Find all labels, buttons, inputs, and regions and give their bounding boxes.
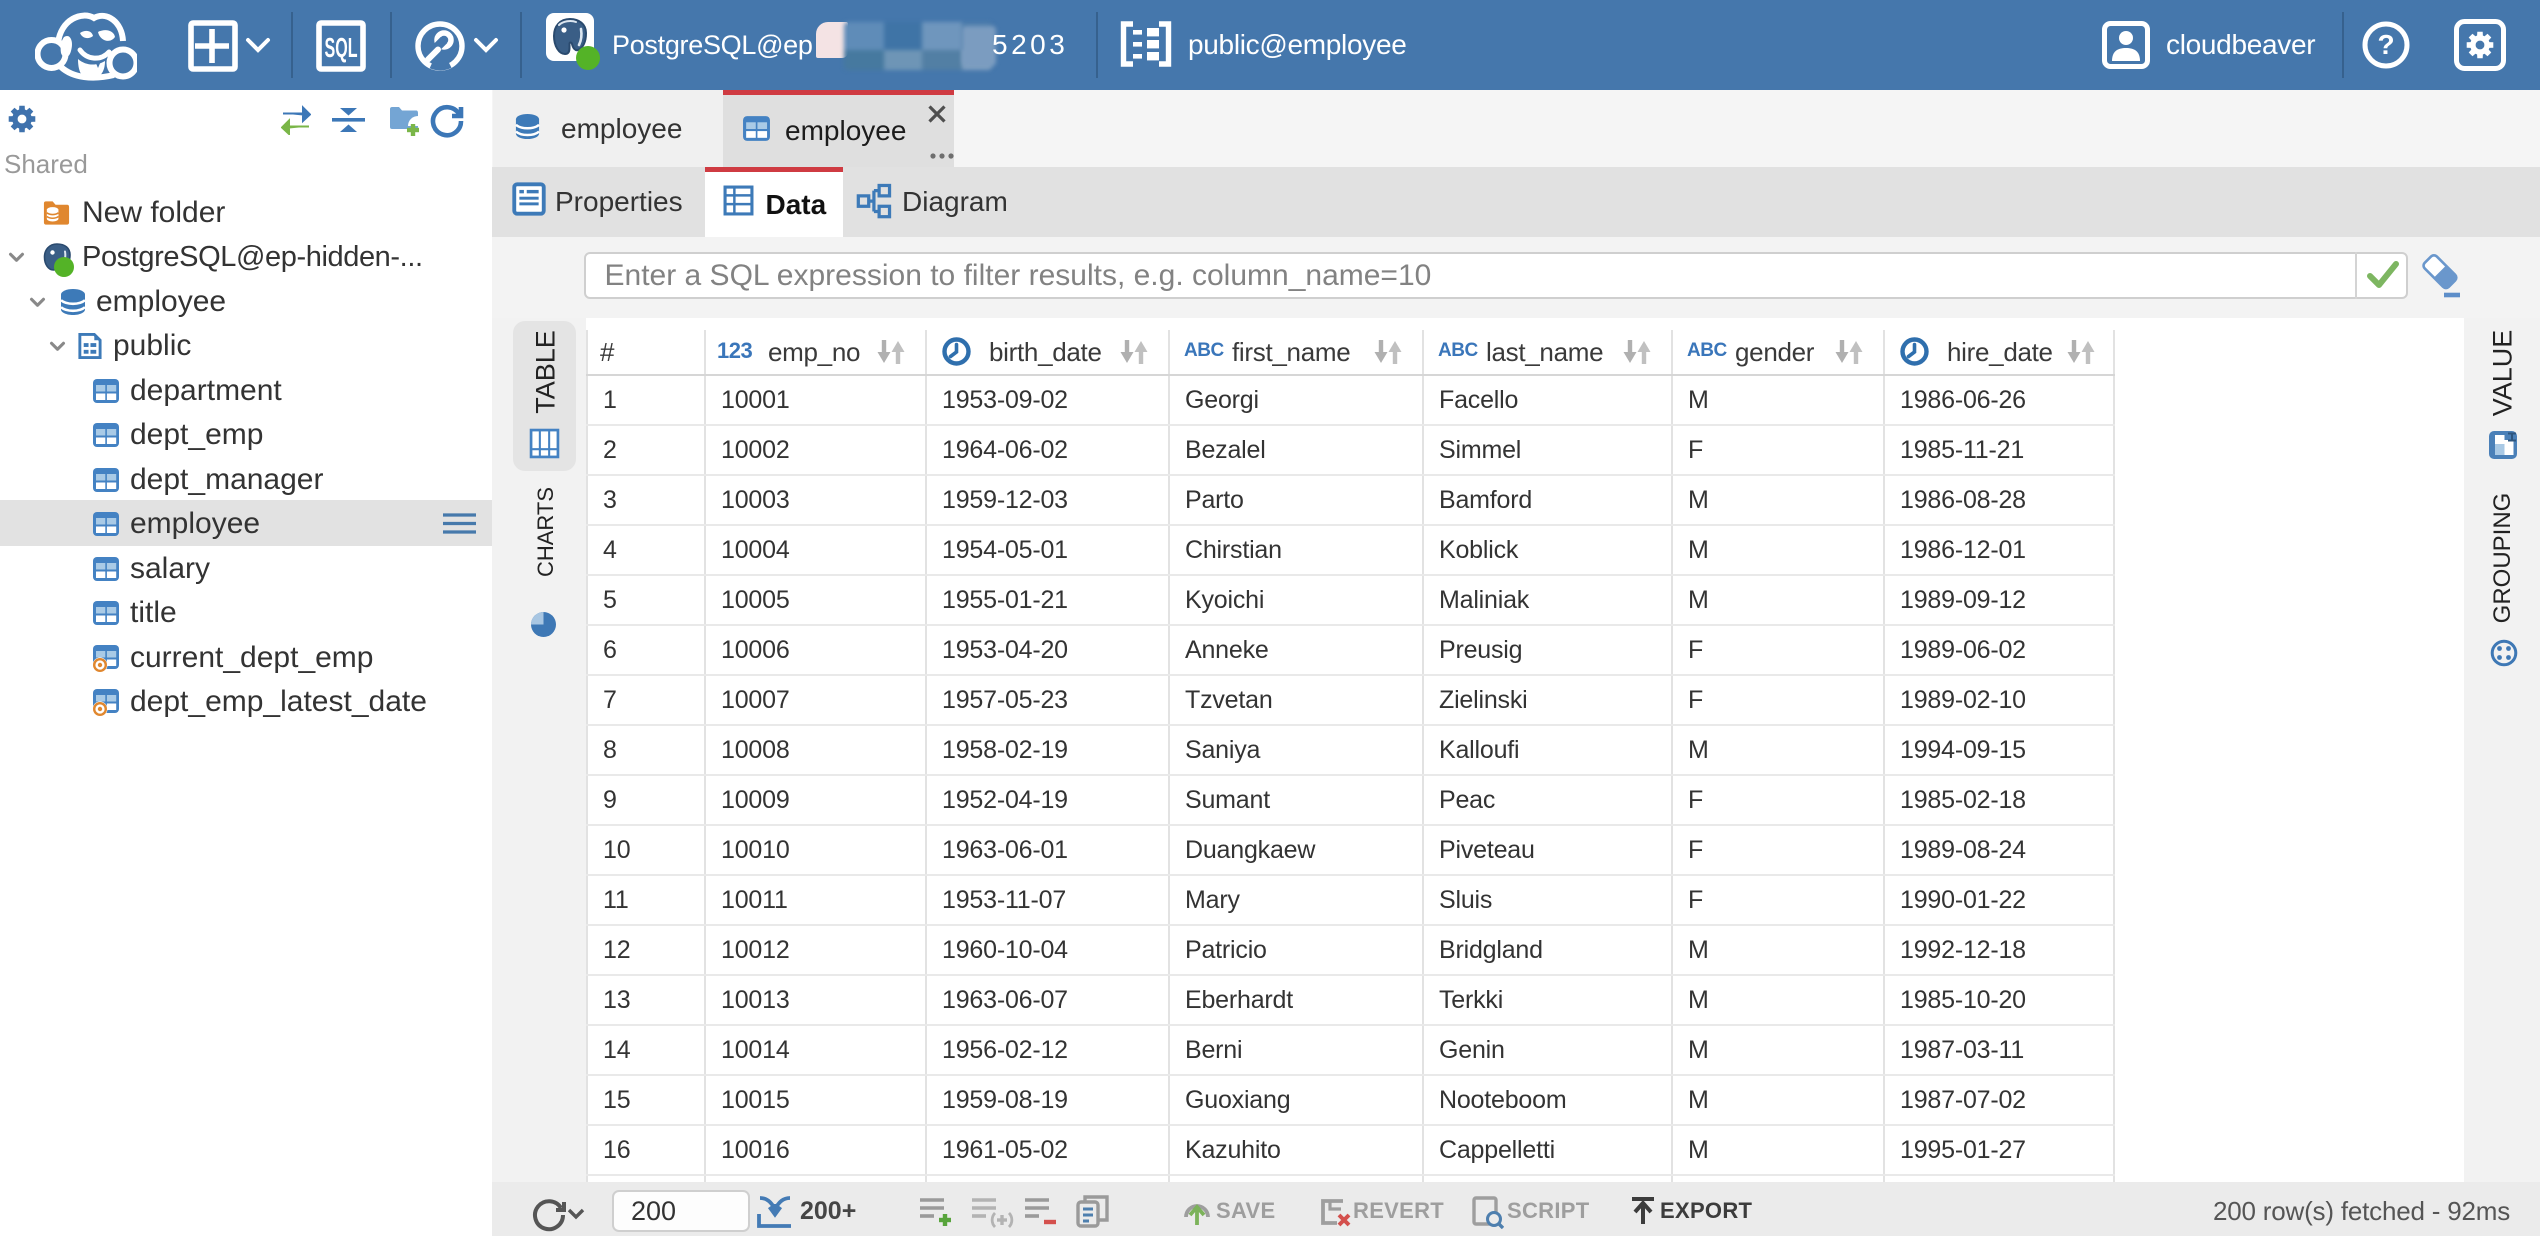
- svg-text:?: ?: [2377, 29, 2394, 60]
- svg-text:SQL: SQL: [325, 32, 358, 63]
